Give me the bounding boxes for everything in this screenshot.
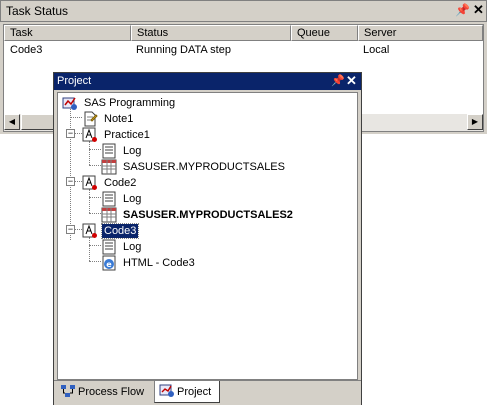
sas-programming-icon	[62, 97, 77, 110]
log-icon	[102, 143, 116, 159]
code-running-icon	[82, 175, 97, 190]
tree-connector	[89, 237, 90, 261]
tree-connector	[70, 117, 82, 118]
column-header-server[interactable]: Server	[358, 25, 483, 41]
collapse-icon[interactable]: −	[66, 225, 75, 234]
scroll-left-icon[interactable]: ◀	[4, 114, 20, 130]
dataset-icon	[101, 207, 117, 223]
tree-connector	[89, 245, 101, 246]
project-titlebar: Project 📌 ✕	[54, 73, 361, 90]
tree-connector	[89, 141, 90, 165]
project-panel: Project 📌 ✕ SAS Programming Note1 − Prac…	[53, 72, 362, 405]
tree-node-label: Log	[123, 241, 142, 253]
task-status-title: Task Status	[6, 4, 69, 18]
collapse-icon[interactable]: −	[66, 177, 75, 186]
tree-node-label: SAS Programming	[84, 97, 176, 109]
tab-process-flow[interactable]: Process Flow	[56, 381, 152, 403]
scroll-thumb[interactable]	[21, 114, 57, 130]
scroll-right-icon[interactable]: ▶	[467, 114, 483, 130]
tab-label: Project	[177, 386, 212, 398]
tab-project[interactable]: Project	[154, 381, 220, 403]
tree-node-label: Practice1	[104, 129, 150, 141]
process-flow-icon	[61, 385, 75, 397]
dataset-icon	[101, 159, 117, 175]
tree-node-label: HTML - Code3	[123, 257, 195, 269]
close-icon[interactable]: ✕	[473, 2, 484, 18]
tree-node-label: Note1	[104, 113, 134, 125]
project-title: Project	[57, 75, 92, 87]
tree-node-label: Log	[123, 193, 142, 205]
tree-node-label: Code3	[100, 223, 140, 239]
log-icon	[102, 191, 116, 207]
column-header-task[interactable]: Task	[4, 25, 131, 41]
tree-connector	[89, 213, 101, 214]
log-icon	[102, 239, 116, 255]
column-header-status[interactable]: Status	[131, 25, 291, 41]
tree-connector	[89, 189, 90, 213]
project-icon	[159, 384, 174, 397]
project-tab-strip: Process Flow Project	[54, 380, 361, 405]
column-header-queue[interactable]: Queue	[291, 25, 358, 41]
tree-connector	[89, 149, 101, 150]
html-result-icon: e	[102, 255, 116, 271]
tree-node-label: Code2	[104, 177, 137, 189]
pin-icon[interactable]: 📌	[455, 3, 470, 17]
tree-connector	[89, 197, 101, 198]
task-cell: Code3	[10, 44, 43, 56]
collapse-icon[interactable]: −	[66, 129, 75, 138]
code-running-icon	[82, 223, 97, 238]
note-icon	[84, 111, 98, 127]
tree-connector	[89, 165, 101, 166]
task-status-titlebar: Task Status 📌 ✕	[0, 0, 487, 22]
code-running-icon	[82, 127, 97, 142]
close-icon[interactable]: ✕	[346, 73, 357, 89]
tree-node-label: SASUSER.MYPRODUCTSALES	[123, 161, 285, 173]
status-cell: Running DATA step	[136, 44, 231, 56]
tab-label: Process Flow	[78, 386, 145, 398]
tree-node-label: Log	[123, 145, 142, 157]
tree-node-label: SASUSER.MYPRODUCTSALES2	[123, 209, 293, 221]
pin-icon[interactable]: 📌	[331, 74, 345, 87]
project-tree[interactable]: SAS Programming Note1 − Practice1 Log SA…	[57, 92, 358, 380]
svg-text:e: e	[106, 260, 112, 269]
tree-connector	[89, 261, 101, 262]
server-cell: Local	[363, 44, 390, 56]
task-status-header: Task Status Queue Server	[4, 25, 483, 41]
